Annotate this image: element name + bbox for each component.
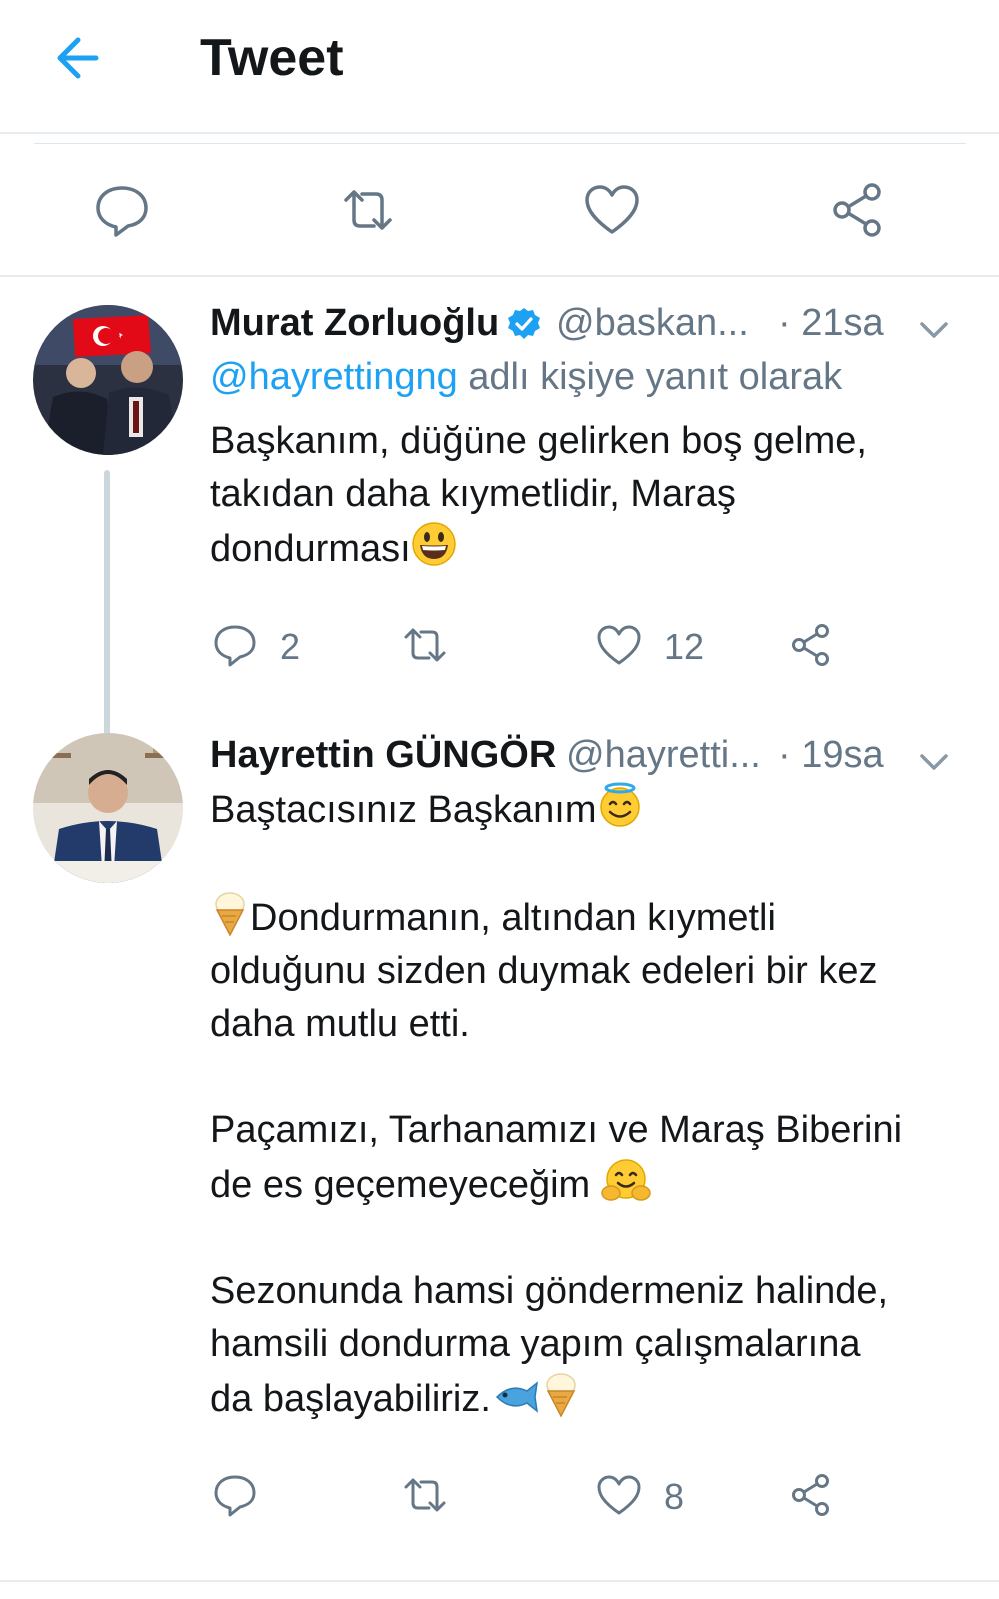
reply-icon[interactable]	[212, 622, 258, 668]
tweet-text-line: Başkanım, düğüne gelirken boş gelme,	[210, 420, 867, 462]
tweet-text-fragment: da başlayabiliriz.	[210, 1378, 491, 1420]
retweet-icon[interactable]	[402, 1472, 448, 1518]
top-bar: Tweet	[0, 0, 999, 134]
user-handle[interactable]: @baskan...	[556, 302, 749, 345]
back-arrow-icon[interactable]	[50, 30, 106, 86]
share-icon[interactable]	[788, 622, 834, 668]
user-handle[interactable]: @hayretti...	[566, 734, 761, 777]
display-name[interactable]: Murat Zorluoğlu	[210, 302, 499, 345]
tweet-text-fragment: de es geçemeyeceğim	[210, 1164, 591, 1206]
tweet-text-fragment: dondurması	[210, 528, 411, 570]
tweet-text: Başkanım, düğüne gelirken boş gelme, tak…	[210, 415, 867, 576]
tweet-text-line: da başlayabiliriz.	[210, 1371, 902, 1426]
hugging-face-emoji-icon	[601, 1159, 651, 1201]
ice-cream-cone-emoji-icon	[546, 1373, 576, 1417]
like-icon[interactable]	[582, 180, 642, 240]
reply-count: 2	[280, 626, 301, 667]
reply-suffix: adlı kişiye yanıt olarak	[457, 356, 843, 398]
timestamp[interactable]: · 21sa	[778, 302, 884, 345]
display-name[interactable]: Hayrettin GÜNGÖR	[210, 734, 556, 777]
timestamp[interactable]: · 19sa	[778, 734, 884, 777]
chevron-down-icon[interactable]	[916, 312, 952, 348]
reply-icon[interactable]	[212, 1472, 258, 1518]
tweet-text: Baştacısınız Başkanım Dondurmanın, altın…	[210, 782, 902, 1426]
divider	[0, 1580, 999, 1582]
verified-badge-icon	[508, 308, 540, 339]
tweet-text-line: olduğunu sizden duymak edeleri bir kez	[210, 950, 878, 992]
tweet-text-line: Paçamızı, Tarhanamızı ve Maraş Biberini	[210, 1109, 903, 1151]
fish-emoji-icon	[495, 1381, 538, 1413]
like-count: 8	[664, 1476, 685, 1517]
tweet-text-line: takıdan daha kıymetlidir, Maraş	[210, 473, 736, 515]
main-tweet-action-bar	[0, 150, 999, 270]
reply-mention-link[interactable]: @hayrettingng	[210, 356, 458, 398]
reply-icon[interactable]	[92, 180, 152, 240]
divider	[0, 275, 999, 277]
retweet-icon[interactable]	[338, 180, 398, 240]
avatar[interactable]	[33, 733, 183, 883]
like-count: 12	[664, 626, 705, 667]
tweet-text-line: daha mutlu etti.	[210, 1003, 470, 1045]
tweet-text-line: de es geçemeyeceğim	[210, 1157, 902, 1212]
tweet-text-line: Sezonunda hamsi göndermeniz halinde,	[210, 1270, 889, 1312]
like-icon[interactable]	[596, 622, 642, 668]
smiling-face-with-halo-emoji-icon	[599, 782, 640, 827]
divider	[34, 143, 966, 144]
tweet-text-fragment: Dondurmanın, altından kıymetli	[250, 897, 776, 939]
replying-to: @hayrettingng adlı kişiye yanıt olarak	[210, 356, 842, 399]
share-icon[interactable]	[828, 180, 888, 240]
page-title: Tweet	[200, 29, 344, 87]
thread-connector	[104, 470, 110, 740]
share-icon[interactable]	[788, 1472, 834, 1518]
avatar[interactable]	[33, 305, 183, 455]
tweet-text-fragment: Baştacısınız Başkanım	[210, 789, 597, 831]
grinning-face-emoji-icon	[411, 522, 456, 566]
tweet-text-line: hamsili dondurma yapım çalışmalarına	[210, 1323, 861, 1365]
like-icon[interactable]	[596, 1472, 642, 1518]
ice-cream-cone-emoji-icon	[215, 892, 245, 936]
tweet-text-line: Baştacısınız Başkanım	[210, 782, 902, 837]
tweet-text-line: dondurması	[210, 521, 867, 576]
tweet-text-line: Dondurmanın, altından kıymetli	[210, 890, 902, 945]
chevron-down-icon[interactable]	[916, 744, 952, 780]
retweet-icon[interactable]	[402, 622, 448, 668]
